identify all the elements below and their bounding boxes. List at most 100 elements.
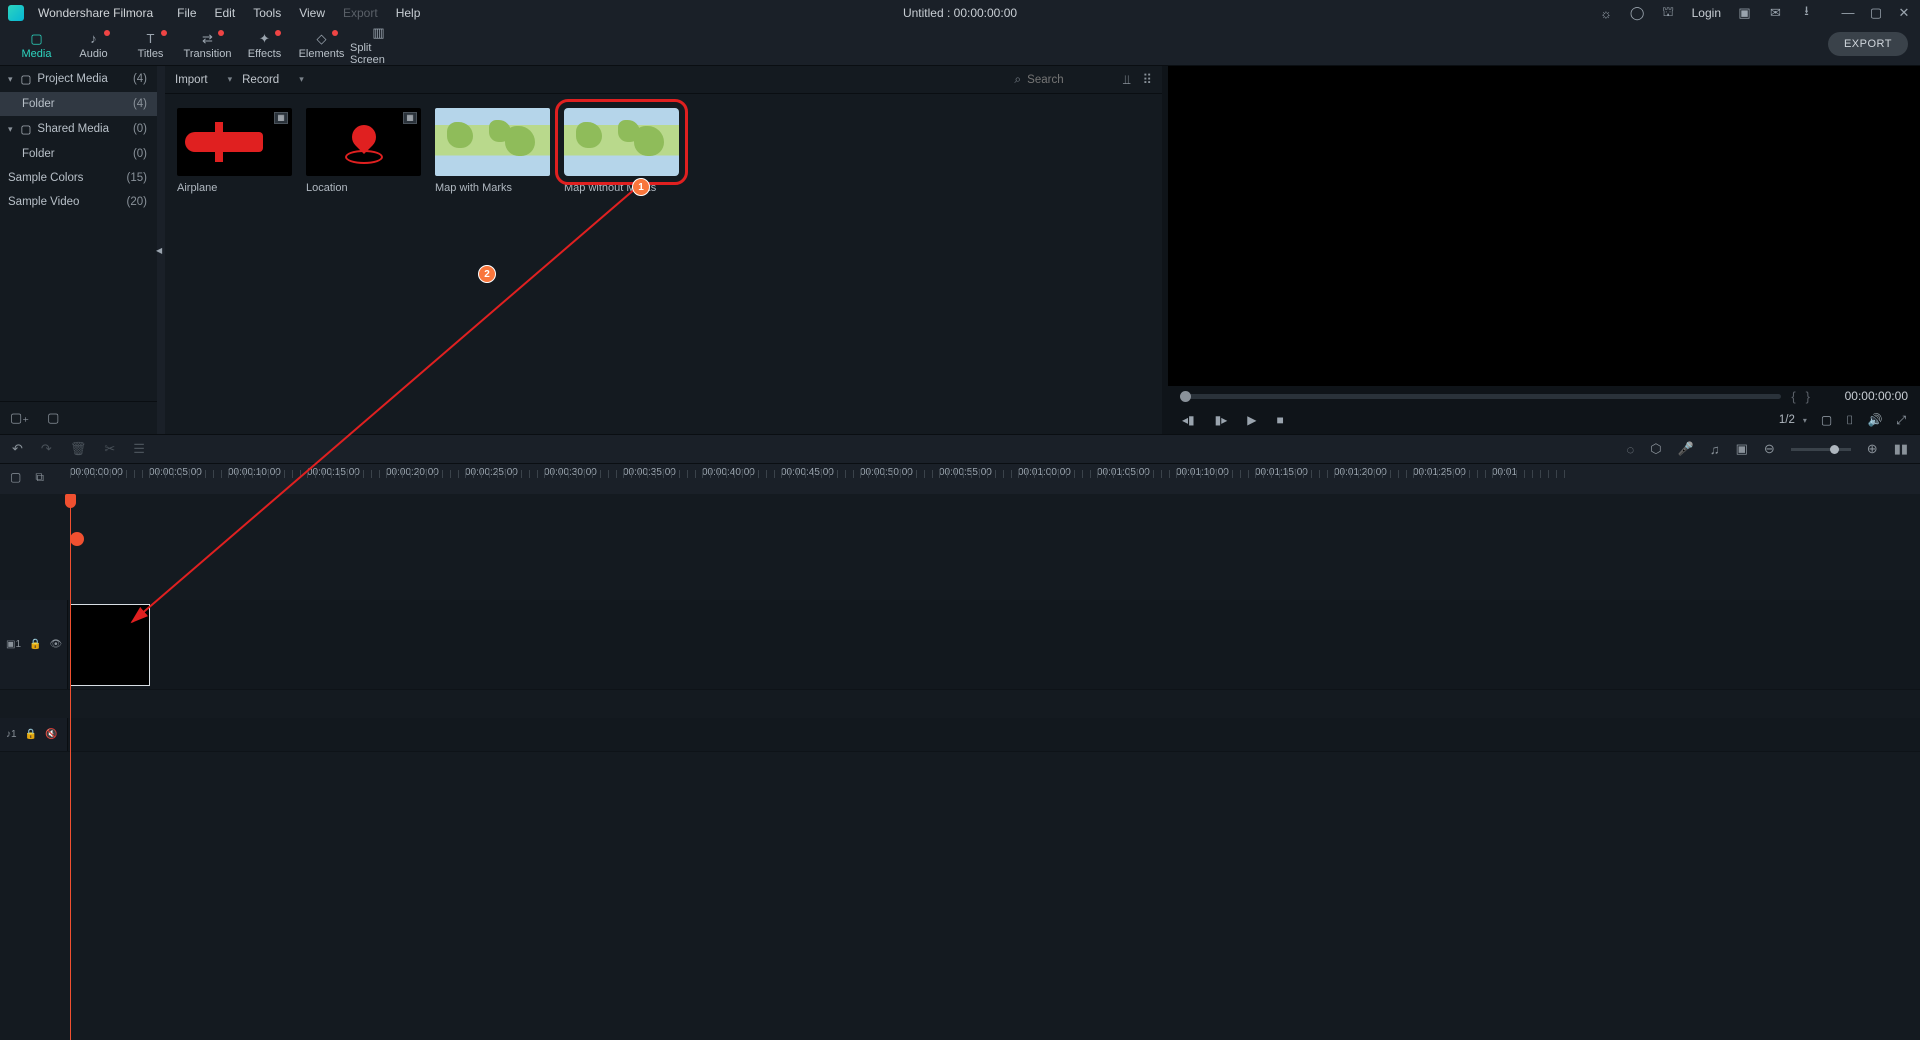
link-icon[interactable]: ⧉ <box>35 470 44 485</box>
maximize-icon[interactable]: ▢ <box>1868 5 1884 21</box>
tab-elements[interactable]: ◇Elements <box>293 26 350 65</box>
headset-icon[interactable]: ◯ <box>1630 6 1645 21</box>
prev-frame-icon[interactable]: ◂▮ <box>1182 413 1195 427</box>
adjust-icon[interactable]: ☰ <box>133 441 145 457</box>
ruler-tick: 00:01:00:00 <box>1018 464 1097 478</box>
timeline-ruler[interactable]: ▢ ⧉ 00:00:00:0000:00:05:0000:00:10:0000:… <box>0 464 1920 494</box>
track-audio-1[interactable]: ♪1 🔒 🔇 <box>0 718 1920 752</box>
lightbulb-icon[interactable]: ☼ <box>1599 6 1614 21</box>
menu-export[interactable]: Export <box>343 6 378 20</box>
close-icon[interactable]: ✕ <box>1896 5 1912 21</box>
menu-view[interactable]: View <box>299 6 325 20</box>
play-icon[interactable]: ▶ <box>1247 413 1256 427</box>
voiceover-icon[interactable]: 🎤 <box>1678 441 1694 457</box>
mail-icon[interactable]: ✉ <box>1768 6 1783 21</box>
menu-tools[interactable]: Tools <box>253 6 281 20</box>
mark-out-icon[interactable]: } <box>1806 389 1810 404</box>
render-icon[interactable]: ◌ <box>1627 442 1635 457</box>
audio-mixer-icon[interactable]: ♫ <box>1710 442 1720 457</box>
import-dropdown[interactable]: Import <box>175 74 232 86</box>
text-icon: T <box>147 31 155 46</box>
search-icon: ⌕ <box>1014 72 1021 87</box>
snapshot-icon[interactable]: ⌷ <box>1846 413 1853 428</box>
search-box[interactable]: ⌕ <box>1014 72 1097 87</box>
ruler-tick: 00:00:00:00 <box>70 464 149 478</box>
save-icon[interactable]: ▣ <box>1737 6 1752 21</box>
tab-transition[interactable]: ⇄Transition <box>179 26 236 65</box>
zoom-out-icon[interactable]: ⊖ <box>1764 441 1775 457</box>
tab-media[interactable]: ▢Media <box>8 26 65 65</box>
thumb-airplane[interactable]: ▦Airplane <box>177 108 292 194</box>
new-folder-icon[interactable]: ▢₊ <box>10 410 29 426</box>
gift-icon[interactable]: ⛫ <box>1661 6 1676 21</box>
ruler-tick: 00:00:45:00 <box>781 464 860 478</box>
ribbon: ▢Media ♪Audio TTitles ⇄Transition ✦Effec… <box>0 26 1920 66</box>
manage-tracks-icon[interactable]: ▢ <box>10 470 21 485</box>
thumb-location[interactable]: ▦Location <box>306 108 421 194</box>
menu-file[interactable]: File <box>177 6 196 20</box>
undo-icon[interactable]: ↶ <box>12 441 23 457</box>
window-title: Untitled : 00:00:00:00 <box>903 6 1017 20</box>
capture-icon[interactable]: ▢ <box>1821 413 1832 427</box>
sidebar-project-media[interactable]: ▾▢ Project Media(4) <box>0 66 157 92</box>
timeline-zoom-slider[interactable] <box>1791 448 1851 451</box>
preview-canvas[interactable] <box>1168 66 1920 386</box>
stop-icon[interactable]: ■ <box>1277 413 1284 427</box>
lock-icon[interactable]: 🔒 <box>25 729 37 740</box>
drop-marker <box>70 532 84 546</box>
zoom-in-icon[interactable]: ⊕ <box>1867 441 1878 457</box>
scrub-bar[interactable] <box>1180 394 1781 399</box>
minimize-icon[interactable]: — <box>1840 5 1856 21</box>
sidebar-folder[interactable]: Folder(4) <box>0 92 157 116</box>
preview-zoom-select[interactable]: 1/2 <box>1779 414 1807 426</box>
volume-icon[interactable]: 🔊 <box>1867 413 1882 427</box>
tab-audio[interactable]: ♪Audio <box>65 26 122 65</box>
next-frame-icon[interactable]: ▮▸ <box>1215 413 1228 427</box>
delete-folder-icon[interactable]: ▢ <box>47 410 59 426</box>
fullscreen-icon[interactable]: ⤢ <box>1896 413 1906 428</box>
download-icon[interactable]: ⭳ <box>1799 6 1814 21</box>
ruler-tick: 00:01:15:00 <box>1255 464 1334 478</box>
empty-clip-placeholder[interactable] <box>70 604 150 686</box>
grid-view-icon[interactable]: ⠿ <box>1142 72 1152 88</box>
playhead[interactable] <box>70 494 71 1040</box>
media-thumbs: ▦Airplane ▦Location Map with Marks Map w… <box>165 94 1162 208</box>
zoom-fit-icon[interactable]: ▮▮ <box>1894 441 1908 457</box>
thumb-map-without-marks[interactable]: Map without Marks <box>564 108 679 194</box>
menu-edit[interactable]: Edit <box>215 6 236 20</box>
login-link[interactable]: Login <box>1692 6 1721 20</box>
tab-effects[interactable]: ✦Effects <box>236 26 293 65</box>
export-button[interactable]: EXPORT <box>1828 32 1908 56</box>
thumb-map-with-marks[interactable]: Map with Marks <box>435 108 550 194</box>
timeline-tracks: ▣1 🔒 👁 ♪1 🔒 🔇 <box>0 494 1920 1040</box>
collapse-sidebar-handle[interactable] <box>157 66 165 434</box>
tab-titles[interactable]: TTitles <box>122 26 179 65</box>
cut-icon[interactable]: ✂ <box>104 441 115 457</box>
notification-dot <box>332 30 338 36</box>
keyframe-icon[interactable]: ▣ <box>1736 441 1748 457</box>
preview-controls: ◂▮ ▮▸ ▶ ■ 1/2 ▢ ⌷ 🔊 ⤢ <box>1168 406 1920 434</box>
notification-dot <box>104 30 110 36</box>
filter-icon[interactable]: ⫫ <box>1123 72 1130 88</box>
lock-icon[interactable]: 🔒 <box>29 639 41 650</box>
ruler-tick: 00:00:20:00 <box>386 464 465 478</box>
record-dropdown[interactable]: Record <box>242 74 304 86</box>
workarea: ▾▢ Project Media(4) Folder(4) ▾▢ Shared … <box>0 66 1920 434</box>
app-name: Wondershare Filmora <box>38 6 153 20</box>
eye-icon[interactable]: 👁 <box>49 639 62 650</box>
preview-scrubber: { } 00:00:00:00 <box>1168 386 1920 406</box>
tab-splitscreen[interactable]: ▥Split Screen <box>350 26 407 65</box>
sidebar-folder-2[interactable]: Folder(0) <box>0 142 157 166</box>
track-video-1[interactable]: ▣1 🔒 👁 <box>0 600 1920 690</box>
menu-help[interactable]: Help <box>396 6 421 20</box>
media-browser: Import Record ⌕ ⫫ ⠿ ▦Airplane ▦Location … <box>165 66 1162 434</box>
marker-icon[interactable]: ⬡ <box>1650 441 1661 457</box>
mute-icon[interactable]: 🔇 <box>45 729 57 740</box>
delete-icon[interactable]: 🗑 <box>70 441 87 457</box>
mark-in-icon[interactable]: { <box>1791 389 1795 404</box>
sidebar-sample-colors[interactable]: Sample Colors(15) <box>0 166 157 190</box>
sidebar-sample-video[interactable]: Sample Video(20) <box>0 190 157 214</box>
search-input[interactable] <box>1027 74 1097 86</box>
redo-icon[interactable]: ↷ <box>41 441 52 457</box>
sidebar-shared-media[interactable]: ▾▢ Shared Media(0) <box>0 116 157 142</box>
